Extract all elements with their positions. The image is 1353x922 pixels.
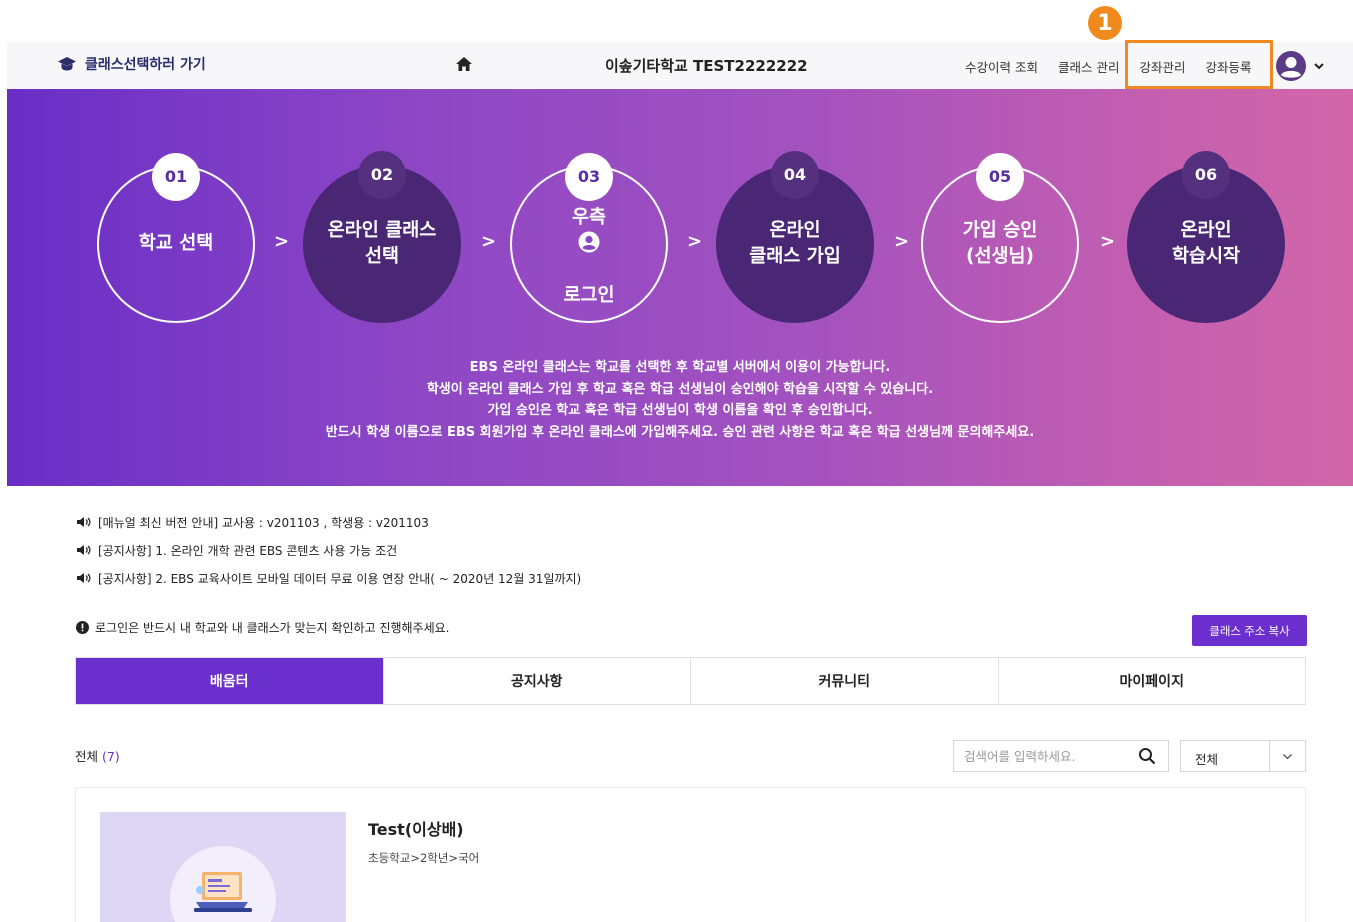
step-4: 04 온라인 클래스 가입 [716,151,874,323]
step-1: 01 학교 선택 [97,153,255,323]
notice-item[interactable]: [매뉴얼 최신 버전 안내] 교사용 : v201103 , 학생용 : v20… [76,508,581,536]
tab-notice[interactable]: 공지사항 [384,658,691,704]
login-notice-text: 로그인은 반드시 내 학교와 내 클래스가 맞는지 확인하고 진행해주세요. [95,621,450,635]
step-number: 03 [565,153,613,201]
speaker-icon [77,573,91,583]
exclamation-circle-icon [76,621,89,634]
search-input[interactable] [954,741,1124,771]
class-thumbnail [100,812,346,922]
top-strip [0,0,1353,42]
total-label: 전체 [75,749,99,764]
main-tabs: 배움터 공지사항 커뮤니티 마이페이지 [75,657,1306,705]
step-2: 02 온라인 클래스 선택 [303,151,461,323]
step-number: 05 [976,153,1024,201]
search-box [953,740,1169,772]
nav-class-manage[interactable]: 클래스 관리 [1058,57,1119,76]
hero-line: EBS 온라인 클래스는 학교를 선택한 후 학교별 서버에서 이용이 가능합니… [469,360,891,375]
step-label: 온라인 클래스 가입 [749,220,841,267]
notice-item[interactable]: [공지사항] 2. EBS 교육사이트 모바일 데이터 무료 이용 연장 안내(… [76,564,581,592]
chevron-down-icon [1283,754,1292,760]
step-label: 학교 선택 [138,233,214,254]
step-label: 온라인 클래스 선택 [327,220,437,267]
annotation-badge: 1 [1088,6,1122,40]
hero-line: 반드시 학생 이름으로 EBS 회원가입 후 온라인 클래스에 가입해주세요. … [325,424,1035,440]
step-number: 01 [152,153,200,201]
step-6: 06 온라인 학습시작 [1127,151,1285,323]
step-arrow: > [481,231,497,252]
class-subtitle: 초등학교>2학년>국어 [368,851,480,865]
step-arrow: > [687,231,703,252]
step-arrow: > [894,231,910,252]
filter-selected-value: 전체 [1195,752,1219,767]
step-arrow: > [274,231,290,252]
notice-text: [공지사항] 1. 온라인 개학 관련 EBS 콘텐츠 사용 가능 조건 [98,543,398,558]
graduation-cap-icon [58,57,76,71]
hero-description: EBS 온라인 클래스는 학교를 선택한 후 학교별 서버에서 이용이 가능합니… [7,357,1353,443]
home-icon[interactable] [455,55,473,73]
step-number: 04 [771,151,819,199]
copy-class-address-button[interactable]: 클래스 주소 복사 [1192,615,1307,646]
select-divider [1269,741,1270,771]
laptop-study-icon [194,872,252,912]
filter-select[interactable]: 전체 [1180,740,1306,772]
notice-text: [공지사항] 2. EBS 교육사이트 모바일 데이터 무료 이용 연장 안내(… [98,571,582,586]
tab-learning[interactable]: 배움터 [76,658,384,704]
person-circle-icon [578,231,600,253]
tab-mypage[interactable]: 마이페이지 [999,658,1306,704]
step-label-top: 우측 [571,207,607,228]
step-label: 온라인 학습시작 [1171,220,1241,267]
step-5: 05 가입 승인 (선생님) [921,153,1079,323]
highlight-box [1125,40,1273,89]
notice-list: [매뉴얼 최신 버전 안내] 교사용 : v201103 , 학생용 : v20… [76,508,581,592]
nav-course-history[interactable]: 수강이력 조회 [965,57,1038,76]
user-avatar-icon[interactable] [1275,50,1307,82]
step-label-bottom: 로그인 [563,285,615,306]
step-3: 03 우측 로그인 [510,153,668,323]
hero-line: 학생이 온라인 클래스 가입 후 학교 혹은 학급 선생님이 승인해야 학습을 … [426,381,934,397]
step-number: 06 [1182,151,1230,199]
total-count: 전체 (7) [75,746,120,765]
login-notice: 로그인은 반드시 내 학교와 내 클래스가 맞는지 확인하고 진행해주세요. [76,619,450,636]
hero-line: 가입 승인은 학교 혹은 학급 선생님이 학생 이름을 확인 후 승인합니다. [487,403,873,418]
school-title: 이솦기타학교 TEST2222222 [605,57,808,75]
speaker-icon [77,517,91,527]
class-title: Test(이상배) [368,820,464,839]
back-to-class-select-link[interactable]: 클래스선택하러 가기 [57,54,206,74]
search-icon[interactable] [1138,747,1156,765]
notice-text: [매뉴얼 최신 버전 안내] 교사용 : v201103 , 학생용 : v20… [98,515,429,530]
notice-item[interactable]: [공지사항] 1. 온라인 개학 관련 EBS 콘텐츠 사용 가능 조건 [76,536,581,564]
chevron-down-icon[interactable] [1313,60,1325,72]
back-link-label: 클래스선택하러 가기 [85,57,206,73]
step-label: 가입 승인 (선생님) [962,220,1038,267]
tab-community[interactable]: 커뮤니티 [691,658,999,704]
class-card[interactable]: Test(이상배) 초등학교>2학년>국어 [75,787,1306,922]
hero-banner: 01 학교 선택 > 02 온라인 클래스 선택 > 03 우측 로그인 > 0… [7,89,1353,486]
speaker-icon [77,545,91,555]
step-number: 02 [358,151,406,199]
step-arrow: > [1100,231,1116,252]
total-count-value: (7) [102,749,120,764]
